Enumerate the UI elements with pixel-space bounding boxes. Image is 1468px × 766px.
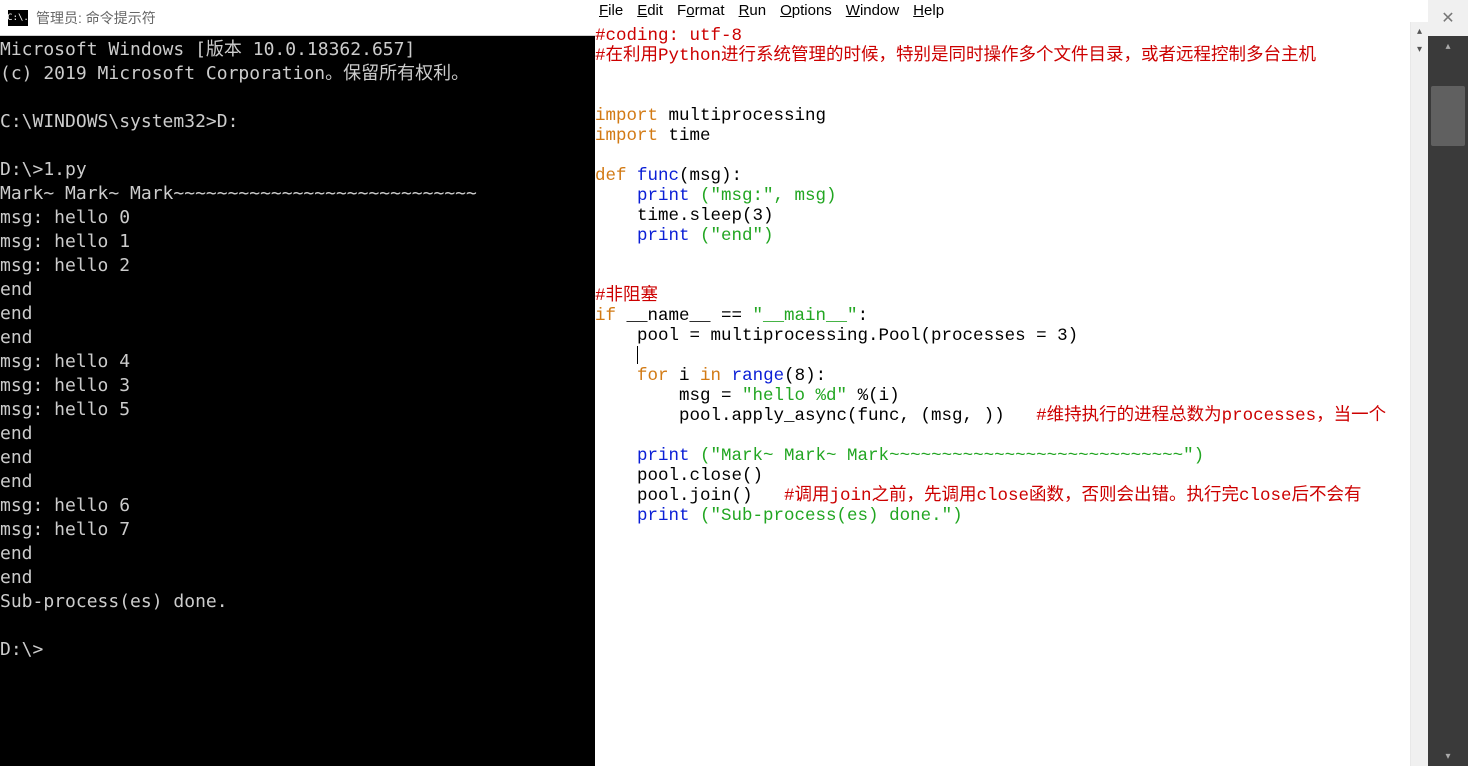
editor-menubar: File Edit Format Run Options Window Help bbox=[595, 0, 1428, 22]
scroll-thumb[interactable] bbox=[1431, 86, 1465, 146]
fn-print: print bbox=[637, 506, 690, 526]
cmt: #非阻塞 bbox=[595, 286, 658, 306]
fn-print: print bbox=[637, 226, 690, 246]
r8: (8): bbox=[784, 366, 826, 386]
colon: : bbox=[858, 306, 869, 326]
code-line: pool = multiprocessing.Pool(processes = … bbox=[595, 326, 1078, 346]
kw-import: import bbox=[595, 106, 658, 126]
menu-format-post: rmat bbox=[695, 2, 725, 19]
params: (msg): bbox=[679, 166, 742, 186]
cmd-output[interactable]: Microsoft Windows [版本 10.0.18362.657] (c… bbox=[0, 36, 595, 766]
fn-print: print bbox=[637, 186, 690, 206]
right-panel: ✕ ▴ ▾ bbox=[1428, 0, 1468, 766]
menu-help[interactable]: Help bbox=[913, 2, 944, 19]
str: ("end") bbox=[690, 226, 774, 246]
scroll-up-icon[interactable]: ▴ bbox=[1428, 36, 1468, 56]
var-i: i bbox=[669, 366, 701, 386]
code-line: pool.join() bbox=[595, 486, 784, 506]
scroll-down-icon[interactable]: ▾ bbox=[1428, 746, 1468, 766]
menu-run[interactable]: Run bbox=[739, 2, 767, 19]
str: ("Sub-process(es) done.") bbox=[690, 506, 963, 526]
cmd-titlebar[interactable]: C:\. 管理员: 命令提示符 bbox=[0, 0, 595, 36]
code-line: #在利用Python进行系统管理的时候，特别是同时操作多个文件目录，或者远程控制… bbox=[595, 46, 1316, 66]
scroll-down-icon[interactable]: ▾ bbox=[1411, 40, 1428, 58]
menu-format[interactable]: Format bbox=[677, 2, 725, 19]
kw-in: in bbox=[700, 366, 721, 386]
cmt: #调用join之前，先调用close函数，否则会出错。执行完close后不会有 bbox=[784, 486, 1362, 506]
apply: pool.apply_async(func, (msg, )) bbox=[595, 406, 1036, 426]
cmt: #维持执行的进程总数为processes，当一个 bbox=[1036, 406, 1386, 426]
str: "__main__" bbox=[753, 306, 858, 326]
fn-range: range bbox=[721, 366, 784, 386]
cmd-title: 管理员: 命令提示符 bbox=[36, 8, 156, 28]
str: ("Mark~ Mark~ Mark~~~~~~~~~~~~~~~~~~~~~~… bbox=[690, 446, 1205, 466]
menu-window[interactable]: Window bbox=[846, 2, 899, 19]
kw-if: if bbox=[595, 306, 616, 326]
code-editor[interactable]: #coding: utf-8 #在利用Python进行系统管理的时候，特别是同时… bbox=[595, 22, 1410, 766]
menu-options[interactable]: Options bbox=[780, 2, 832, 19]
code-line: pool.close() bbox=[595, 466, 763, 486]
fn-print: print bbox=[637, 446, 690, 466]
code-line: time.sleep(3) bbox=[595, 206, 774, 226]
kw-def: def bbox=[595, 166, 627, 186]
str: ("msg:", msg) bbox=[690, 186, 837, 206]
text-cursor bbox=[637, 346, 638, 364]
menu-format-ul: o bbox=[686, 2, 694, 19]
menu-edit[interactable]: Edit bbox=[637, 2, 663, 19]
kw-for: for bbox=[637, 366, 669, 386]
pcti: %(i) bbox=[847, 386, 900, 406]
menu-file[interactable]: File bbox=[599, 2, 623, 19]
mod-mp: multiprocessing bbox=[658, 106, 826, 126]
menu-format-pre: F bbox=[677, 2, 686, 19]
code-line: #coding: utf-8 bbox=[595, 26, 742, 46]
msg-eq: msg = bbox=[595, 386, 742, 406]
str: "hello %d" bbox=[742, 386, 847, 406]
mod-time: time bbox=[658, 126, 711, 146]
code-area: #coding: utf-8 #在利用Python进行系统管理的时候，特别是同时… bbox=[595, 22, 1428, 766]
cmd-icon: C:\. bbox=[8, 10, 28, 26]
cmd-window: C:\. 管理员: 命令提示符 Microsoft Windows [版本 10… bbox=[0, 0, 595, 766]
editor-scrollbar[interactable]: ▴ ▾ bbox=[1410, 22, 1428, 766]
scroll-up-icon[interactable]: ▴ bbox=[1411, 22, 1428, 40]
fn-func: func bbox=[627, 166, 680, 186]
editor-window: File Edit Format Run Options Window Help… bbox=[595, 0, 1428, 766]
right-scrollbar[interactable] bbox=[1428, 56, 1468, 746]
close-icon[interactable]: ✕ bbox=[1428, 0, 1468, 36]
name-eq: __name__ == bbox=[616, 306, 753, 326]
kw-import: import bbox=[595, 126, 658, 146]
